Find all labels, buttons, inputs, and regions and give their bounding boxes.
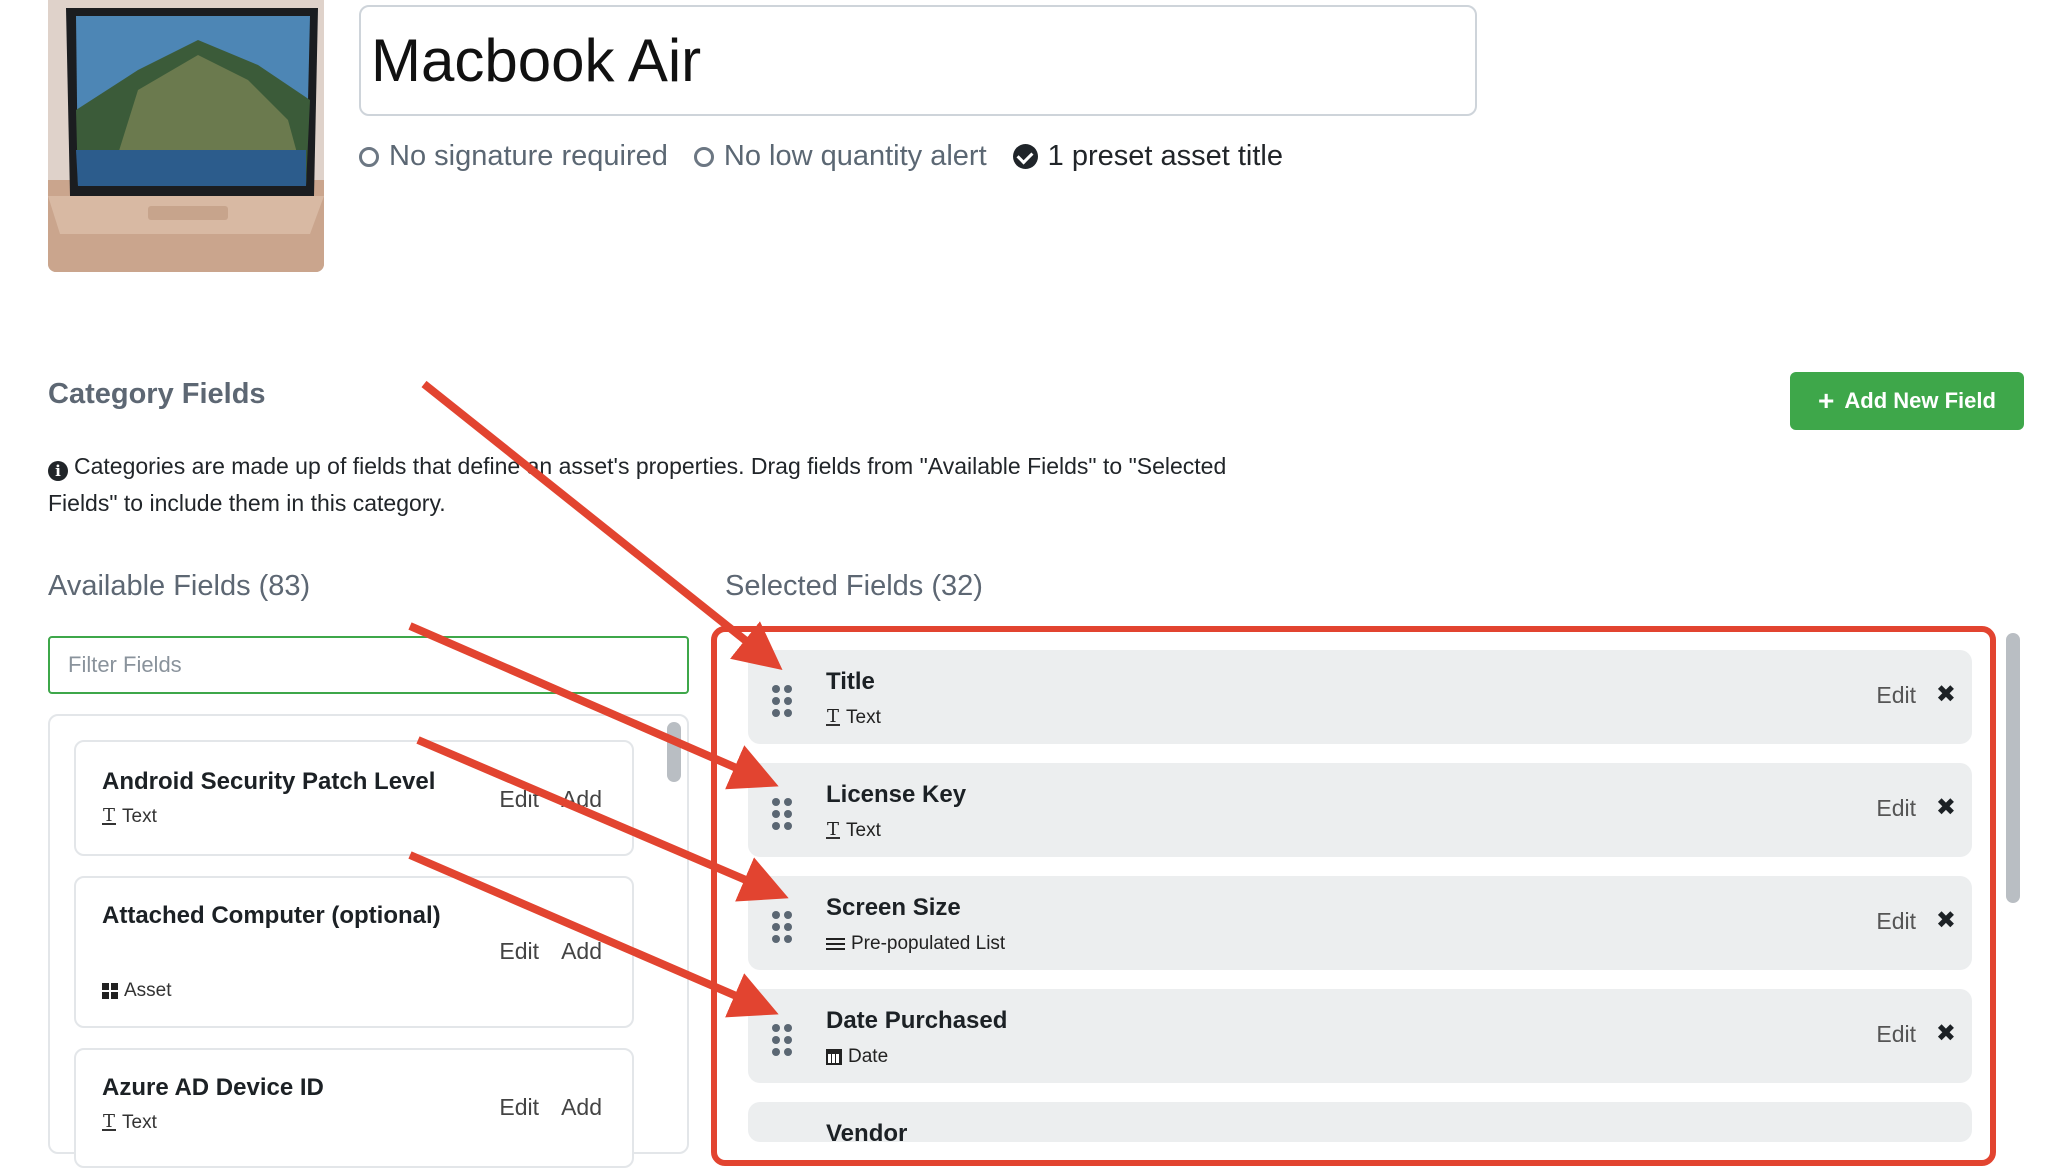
selected-field-name: Screen Size — [826, 894, 961, 921]
selected-field-type: Date — [826, 1046, 888, 1068]
add-new-field-label: Add New Field — [1844, 388, 1996, 413]
remove-icon[interactable]: ✖ — [1936, 793, 1956, 822]
available-field-type: T Text — [102, 806, 157, 828]
check-circle-icon — [1012, 144, 1038, 169]
available-field-name: Attached Computer (optional) — [102, 902, 441, 929]
add-link[interactable]: Add — [561, 1094, 602, 1121]
selected-field-type-label: Pre-populated List — [851, 933, 1006, 954]
edit-link[interactable]: Edit — [1876, 795, 1916, 822]
selected-field-type-label: Text — [846, 707, 881, 728]
remove-icon[interactable]: ✖ — [1936, 1019, 1956, 1048]
selected-scrollbar[interactable] — [2006, 633, 2020, 903]
available-field-card[interactable]: Azure AD Device ID T Text Edit Add — [74, 1048, 634, 1168]
edit-link[interactable]: Edit — [499, 1094, 539, 1121]
available-field-actions: Edit Add — [499, 938, 602, 965]
selected-field-card[interactable]: Screen Size Pre-populated List Edit ✖ — [748, 876, 1972, 970]
product-image — [48, 0, 324, 272]
available-field-card[interactable]: Android Security Patch Level T Text Edit… — [74, 740, 634, 856]
selected-field-name: Title — [826, 668, 875, 695]
asset-flags: No signature required No low quantity al… — [359, 140, 1309, 173]
drag-handle-icon[interactable] — [772, 1024, 792, 1056]
add-link[interactable]: Add — [561, 786, 602, 813]
selected-field-name: License Key — [826, 781, 967, 808]
text-icon: T — [826, 819, 841, 840]
text-icon: T — [826, 706, 841, 727]
drag-handle-icon[interactable] — [772, 798, 792, 830]
selected-field-type-label: Text — [846, 820, 881, 841]
selected-field-card[interactable]: Date Purchased Date Edit ✖ — [748, 989, 1972, 1083]
available-field-type: Asset — [102, 980, 172, 1002]
signature-flag-label: No signature required — [389, 140, 668, 172]
available-scrollbar[interactable] — [667, 722, 681, 782]
selected-field-type: T Text — [826, 707, 881, 729]
available-field-actions: Edit Add — [499, 1094, 602, 1121]
available-field-name: Azure AD Device ID — [102, 1074, 324, 1101]
selected-field-card[interactable]: License Key T Text Edit ✖ — [748, 763, 1972, 857]
available-field-type-label: Text — [122, 806, 157, 827]
edit-link[interactable]: Edit — [499, 938, 539, 965]
asset-title-value: Macbook Air — [371, 27, 702, 94]
category-info-text-content: Categories are made up of fields that de… — [48, 453, 1227, 516]
available-field-type-label: Text — [122, 1112, 157, 1133]
calendar-icon — [826, 1049, 842, 1065]
available-field-actions: Edit Add — [499, 786, 602, 813]
add-new-field-button[interactable]: + Add New Field — [1790, 372, 2024, 430]
selected-field-type-label: Date — [848, 1046, 889, 1067]
list-icon — [826, 938, 845, 950]
available-field-type-label: Asset — [124, 980, 172, 1001]
laptop-photo-icon — [48, 0, 324, 272]
available-fields-title: Available Fields (83) — [48, 570, 311, 602]
info-icon: i — [48, 461, 68, 481]
available-field-name: Android Security Patch Level — [102, 768, 436, 795]
selected-field-name: Vendor — [826, 1120, 908, 1142]
edit-link[interactable]: Edit — [1876, 1021, 1916, 1048]
empty-circle-icon — [693, 146, 714, 167]
category-fields-title: Category Fields — [48, 378, 266, 410]
asset-grid-icon — [102, 983, 118, 999]
remove-icon[interactable]: ✖ — [1936, 680, 1956, 709]
plus-icon: + — [1818, 385, 1835, 416]
edit-link[interactable]: Edit — [499, 786, 539, 813]
add-link[interactable]: Add — [561, 938, 602, 965]
drag-handle-icon[interactable] — [772, 911, 792, 943]
filter-fields-input[interactable] — [48, 636, 689, 694]
preset-title-flag-label: 1 preset asset title — [1047, 140, 1283, 172]
selected-field-type: Pre-populated List — [826, 933, 1005, 955]
preset-title-flag: 1 preset asset title — [1012, 140, 1283, 173]
empty-circle-icon — [359, 146, 379, 167]
drag-handle-icon[interactable] — [772, 685, 792, 717]
low-quantity-flag-label: No low quantity alert — [723, 140, 987, 172]
selected-fields-title: Selected Fields (32) — [725, 570, 983, 602]
edit-link[interactable]: Edit — [1876, 908, 1916, 935]
selected-field-name: Date Purchased — [826, 1007, 1008, 1034]
annotation-arrow — [421, 380, 783, 670]
low-quantity-flag: No low quantity alert — [693, 140, 987, 173]
selected-field-card[interactable]: Vendor — [748, 1102, 1972, 1142]
asset-title-input[interactable]: Macbook Air — [359, 5, 1477, 116]
available-field-card[interactable]: Attached Computer (optional) Asset Edit … — [74, 876, 634, 1028]
edit-link[interactable]: Edit — [1876, 682, 1916, 709]
text-icon: T — [102, 1111, 117, 1132]
selected-field-type: T Text — [826, 820, 881, 842]
remove-icon[interactable]: ✖ — [1936, 906, 1956, 935]
signature-flag: No signature required — [359, 140, 668, 173]
available-field-type: T Text — [102, 1112, 157, 1134]
selected-field-card[interactable]: Title T Text Edit ✖ — [748, 650, 1972, 744]
category-info-text: i Categories are made up of fields that d… — [48, 448, 1278, 522]
text-icon: T — [102, 805, 117, 826]
